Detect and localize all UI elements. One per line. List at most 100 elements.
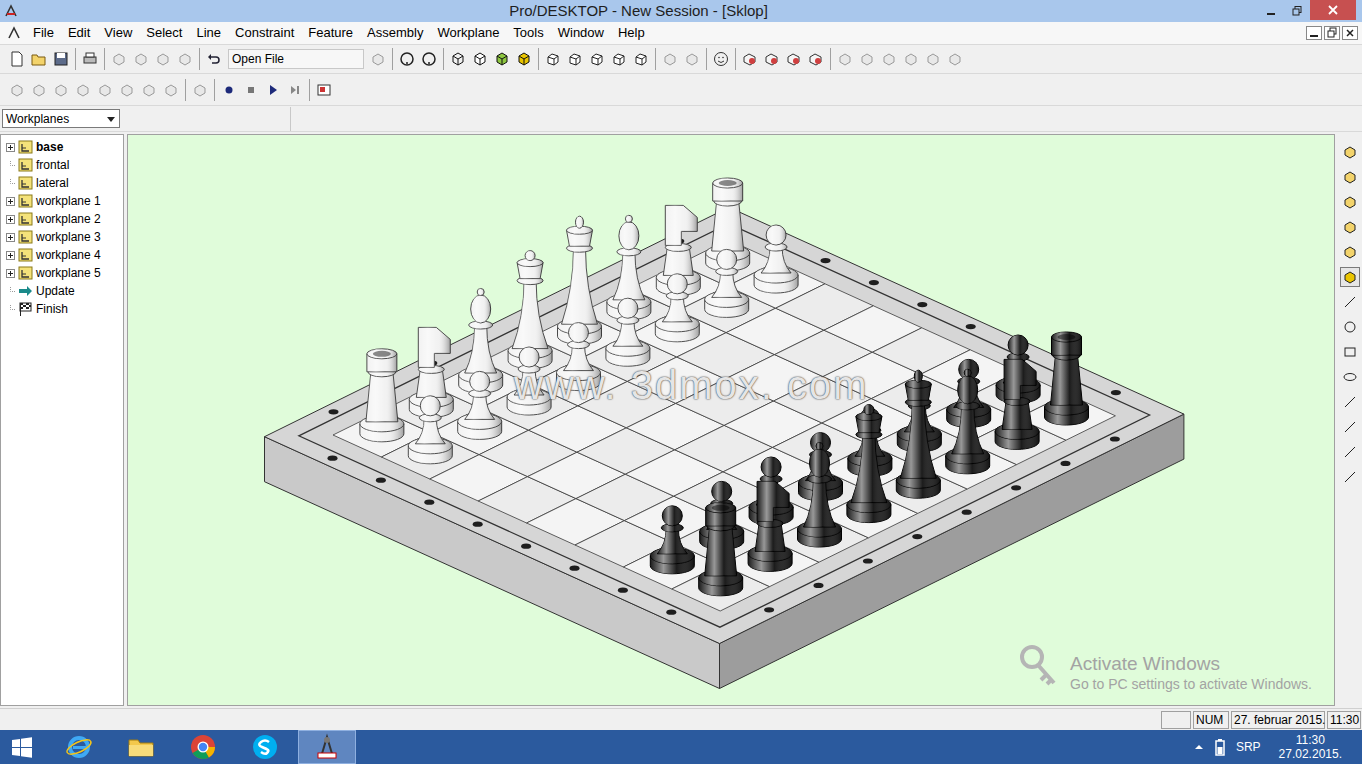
- tree-item[interactable]: lateral: [1, 174, 123, 192]
- offset-tool-button[interactable]: [1340, 467, 1360, 487]
- chess-piece[interactable]: [360, 349, 404, 442]
- show-hidden-icons-icon[interactable]: [1194, 742, 1204, 752]
- tree-item[interactable]: workplane 3: [1, 228, 123, 246]
- expand-icon[interactable]: [6, 215, 15, 224]
- start-button[interactable]: [0, 730, 44, 764]
- save-button[interactable]: [50, 48, 72, 70]
- view-top-button[interactable]: [586, 48, 608, 70]
- taskbar-app[interactable]: [236, 730, 294, 764]
- sketch-b-button[interactable]: [681, 48, 703, 70]
- chess-piece[interactable]: [748, 481, 792, 571]
- expand-icon[interactable]: [6, 197, 15, 206]
- menu-item[interactable]: Workplane: [430, 23, 506, 43]
- ghost-d-button[interactable]: [900, 48, 922, 70]
- design-d-button[interactable]: [805, 48, 827, 70]
- browser-dropdown[interactable]: Workplanes: [2, 109, 120, 128]
- cube-shaded-button[interactable]: [491, 48, 513, 70]
- clock[interactable]: 11:3027.02.2015.: [1279, 733, 1342, 761]
- sketch-a-button[interactable]: [659, 48, 681, 70]
- view-side-button[interactable]: [608, 48, 630, 70]
- view-front-button[interactable]: [542, 48, 564, 70]
- record-button[interactable]: [218, 79, 240, 101]
- chess-piece[interactable]: [754, 225, 798, 293]
- menu-item[interactable]: View: [97, 23, 139, 43]
- menu-item[interactable]: File: [26, 23, 61, 43]
- chess-piece[interactable]: [459, 289, 503, 394]
- mdi-restore-button[interactable]: [1324, 26, 1340, 40]
- chess-piece[interactable]: [458, 371, 502, 439]
- select-lines-button[interactable]: [1340, 142, 1360, 162]
- new-button[interactable]: [6, 48, 28, 70]
- line-tool-button[interactable]: [50, 79, 72, 101]
- tree-item[interactable]: Update: [1, 282, 123, 300]
- menu-item[interactable]: Feature: [301, 23, 360, 43]
- select-workplanes-button[interactable]: [1340, 267, 1360, 287]
- circle-tool-button[interactable]: [94, 79, 116, 101]
- step-button[interactable]: [284, 79, 306, 101]
- select-constraints-button[interactable]: [1340, 167, 1360, 187]
- chess-piece[interactable]: [656, 205, 700, 295]
- chess-piece[interactable]: [508, 251, 552, 369]
- mdi-close-button[interactable]: [1342, 26, 1358, 40]
- constraint-tool-button[interactable]: [138, 79, 160, 101]
- design-a-button[interactable]: [739, 48, 761, 70]
- view-iso-button[interactable]: [564, 48, 586, 70]
- smile-button[interactable]: [710, 48, 732, 70]
- chess-piece[interactable]: [606, 298, 650, 366]
- menu-item[interactable]: Constraint: [228, 23, 301, 43]
- expand-icon[interactable]: [6, 233, 15, 242]
- view-rotate-button[interactable]: [630, 48, 652, 70]
- tree-item[interactable]: Finish: [1, 300, 123, 318]
- menu-item[interactable]: Line: [189, 23, 228, 43]
- menu-item[interactable]: Tools: [506, 23, 550, 43]
- cube-wire-button[interactable]: [447, 48, 469, 70]
- chess-piece[interactable]: [705, 249, 749, 317]
- ghost-c-button[interactable]: [878, 48, 900, 70]
- help-button[interactable]: [396, 48, 418, 70]
- chess-piece[interactable]: [798, 443, 842, 548]
- chess-piece[interactable]: [408, 396, 452, 464]
- maximize-button[interactable]: [1284, 1, 1310, 21]
- menu-item[interactable]: Help: [611, 23, 652, 43]
- chess-piece[interactable]: [996, 335, 1040, 403]
- taskbar-app[interactable]: [298, 730, 356, 764]
- select-features-button[interactable]: [1340, 192, 1360, 212]
- delete-button[interactable]: [174, 48, 196, 70]
- arc-tool-button[interactable]: [1340, 392, 1360, 412]
- menu-item[interactable]: Select: [139, 23, 189, 43]
- tree-item[interactable]: frontal: [1, 156, 123, 174]
- design-c-button[interactable]: [783, 48, 805, 70]
- chess-piece[interactable]: [650, 506, 694, 574]
- taskbar-app[interactable]: [112, 730, 170, 764]
- taskbar-app[interactable]: [50, 730, 108, 764]
- menu-item[interactable]: Assembly: [360, 23, 430, 43]
- chess-piece[interactable]: [946, 369, 990, 474]
- mirror-tool-button[interactable]: [1340, 442, 1360, 462]
- cube-edges-button[interactable]: [513, 48, 535, 70]
- chess-piece[interactable]: [699, 503, 743, 596]
- paste-button[interactable]: [152, 48, 174, 70]
- ghost-b-button[interactable]: [856, 48, 878, 70]
- chess-piece[interactable]: [749, 457, 793, 525]
- dim-a-button[interactable]: [6, 79, 28, 101]
- ellipse-tool-button[interactable]: [1340, 367, 1360, 387]
- expand-icon[interactable]: [6, 269, 15, 278]
- tree-item[interactable]: base: [1, 138, 123, 156]
- dim-b-button[interactable]: [28, 79, 50, 101]
- line-tool-button[interactable]: [1340, 292, 1360, 312]
- print-button[interactable]: [79, 48, 101, 70]
- chess-piece[interactable]: [847, 405, 891, 523]
- spline-tool-button[interactable]: [1340, 417, 1360, 437]
- undo-button[interactable]: [203, 48, 225, 70]
- language-indicator[interactable]: SRP: [1236, 738, 1261, 756]
- play-button[interactable]: [262, 79, 284, 101]
- copy-button[interactable]: [130, 48, 152, 70]
- zoom-tool-button[interactable]: [189, 79, 211, 101]
- measure-tool-button[interactable]: [160, 79, 182, 101]
- mdi-minimize-button[interactable]: [1306, 26, 1322, 40]
- select-parts-button[interactable]: [1340, 217, 1360, 237]
- ghost-f-button[interactable]: [944, 48, 966, 70]
- export-button[interactable]: [313, 79, 335, 101]
- expand-icon[interactable]: [6, 143, 15, 152]
- tree-item[interactable]: workplane 4: [1, 246, 123, 264]
